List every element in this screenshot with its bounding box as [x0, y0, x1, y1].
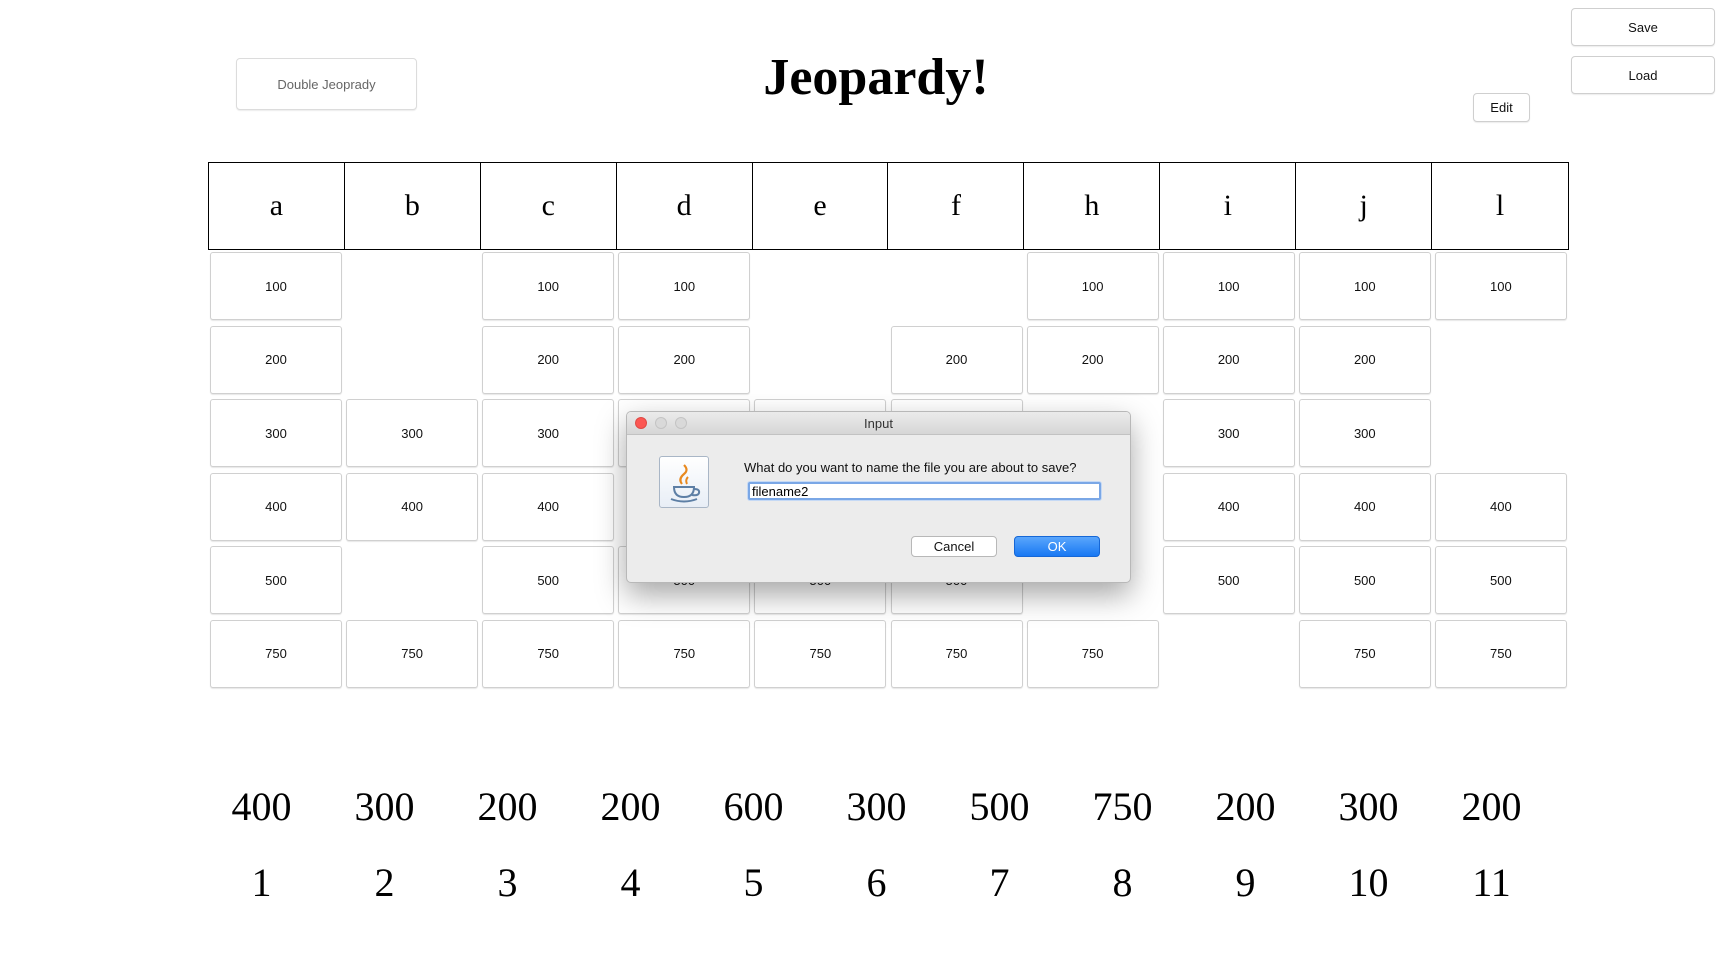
- dialog-title: Input: [864, 415, 893, 431]
- player-number: 6: [866, 860, 887, 905]
- score-value: 300: [354, 784, 415, 829]
- category-header-cell: a: [209, 163, 345, 249]
- question-cell[interactable]: 400: [346, 472, 479, 541]
- player-score: 300 6: [815, 783, 938, 906]
- category-header-cell: j: [1296, 163, 1433, 249]
- dialog-titlebar: Input: [627, 412, 1130, 435]
- question-cell[interactable]: 300: [346, 399, 479, 467]
- category-header-cell: l: [1495, 189, 1505, 222]
- player-number: 4: [620, 860, 641, 905]
- question-cell[interactable]: 300: [1298, 399, 1431, 467]
- question-cell[interactable]: 750: [1434, 619, 1567, 688]
- question-cell[interactable]: 200: [1026, 325, 1159, 394]
- player-number: 3: [497, 860, 518, 905]
- player-number: 10: [1348, 860, 1389, 905]
- question-cell[interactable]: 200: [618, 325, 751, 394]
- question-cell[interactable]: 300: [210, 399, 342, 467]
- category-header-cell: e: [753, 163, 889, 249]
- ok-button[interactable]: OK: [1014, 536, 1100, 557]
- filename-input[interactable]: [748, 482, 1101, 500]
- question-cell[interactable]: 200: [482, 325, 615, 394]
- question-cell[interactable]: 500: [1298, 546, 1431, 614]
- score-value: 200: [1461, 784, 1522, 829]
- player-score: 400 1: [200, 783, 323, 906]
- load-button[interactable]: Load: [1571, 56, 1715, 94]
- question-cell[interactable]: 200: [210, 325, 342, 394]
- category-header-cell: b: [345, 163, 481, 249]
- minimize-icon: [655, 417, 667, 429]
- page-title: Jeopardy!: [763, 49, 989, 106]
- java-coffee-icon: [659, 456, 709, 508]
- player-score: 200 11: [1430, 783, 1553, 906]
- category-header-cell: d: [617, 163, 753, 249]
- question-cell[interactable]: 500: [1434, 546, 1567, 614]
- player-score: 200 3: [446, 783, 569, 906]
- question-cell[interactable]: 100: [1434, 252, 1567, 320]
- dialog-message: What do you want to name the file you ar…: [744, 460, 1077, 475]
- question-cell[interactable]: 200: [1298, 325, 1431, 394]
- cancel-button[interactable]: Cancel: [911, 536, 997, 557]
- score-value: 200: [600, 784, 661, 829]
- player-number: 9: [1235, 860, 1256, 905]
- close-icon[interactable]: [635, 417, 647, 429]
- score-value: 600: [723, 784, 784, 829]
- score-value: 300: [846, 784, 907, 829]
- save-button[interactable]: Save: [1571, 8, 1715, 46]
- player-number: 7: [989, 860, 1010, 905]
- question-cell[interactable]: 500: [210, 546, 342, 614]
- question-cell[interactable]: 400: [1434, 472, 1567, 541]
- category-header-cell: h: [1024, 163, 1161, 249]
- player-score: 750 8: [1061, 783, 1184, 906]
- question-cell[interactable]: 750: [346, 619, 479, 688]
- player-score: 500 7: [938, 783, 1061, 906]
- question-cell[interactable]: 100: [210, 252, 342, 320]
- input-dialog: Input What do you want to name the file …: [626, 411, 1131, 583]
- question-cell[interactable]: 750: [890, 619, 1023, 688]
- question-cell[interactable]: 100: [1162, 252, 1295, 320]
- category-header-cell: i: [1160, 163, 1297, 249]
- player-number: 8: [1112, 860, 1133, 905]
- question-cell[interactable]: 300: [1162, 399, 1295, 467]
- category-header-cell: c: [481, 163, 617, 249]
- question-cell[interactable]: 750: [1026, 619, 1159, 688]
- edit-button[interactable]: Edit: [1473, 93, 1530, 122]
- score-value: 500: [969, 784, 1030, 829]
- question-cell[interactable]: 400: [210, 472, 342, 541]
- question-cell[interactable]: 100: [482, 252, 615, 320]
- question-cell[interactable]: 400: [1162, 472, 1295, 541]
- question-cell[interactable]: 400: [1298, 472, 1431, 541]
- question-cell[interactable]: 100: [1298, 252, 1431, 320]
- question-cell[interactable]: 100: [618, 252, 751, 320]
- player-score: 600 5: [692, 783, 815, 906]
- player-score: 300 2: [323, 783, 446, 906]
- score-value: 200: [477, 784, 538, 829]
- question-cell[interactable]: 400: [482, 472, 615, 541]
- question-cell[interactable]: 300: [482, 399, 615, 467]
- player-number: 5: [743, 860, 764, 905]
- question-cell[interactable]: 500: [482, 546, 615, 614]
- question-cell[interactable]: 750: [754, 619, 887, 688]
- player-number: 1: [251, 860, 272, 905]
- player-score: 200 9: [1184, 783, 1307, 906]
- score-value: 750: [1092, 784, 1153, 829]
- question-cell[interactable]: 750: [618, 619, 751, 688]
- score-value: 200: [1215, 784, 1276, 829]
- question-cell[interactable]: 750: [1298, 619, 1431, 688]
- question-cell[interactable]: 200: [890, 325, 1023, 394]
- question-cell[interactable]: 100: [1026, 252, 1159, 320]
- player-score: 300 10: [1307, 783, 1430, 906]
- question-cell[interactable]: 200: [1162, 325, 1295, 394]
- score-value: 300: [1338, 784, 1399, 829]
- category-header: abcdefhij l: [208, 162, 1569, 250]
- player-number: 11: [1472, 860, 1511, 905]
- question-cell[interactable]: 750: [482, 619, 615, 688]
- player-number: 2: [374, 860, 395, 905]
- player-score: 200 4: [569, 783, 692, 906]
- zoom-icon: [675, 417, 687, 429]
- question-cell[interactable]: 750: [210, 619, 342, 688]
- category-header-cell: f: [888, 163, 1025, 249]
- question-cell[interactable]: 500: [1162, 546, 1295, 614]
- score-value: 400: [231, 784, 292, 829]
